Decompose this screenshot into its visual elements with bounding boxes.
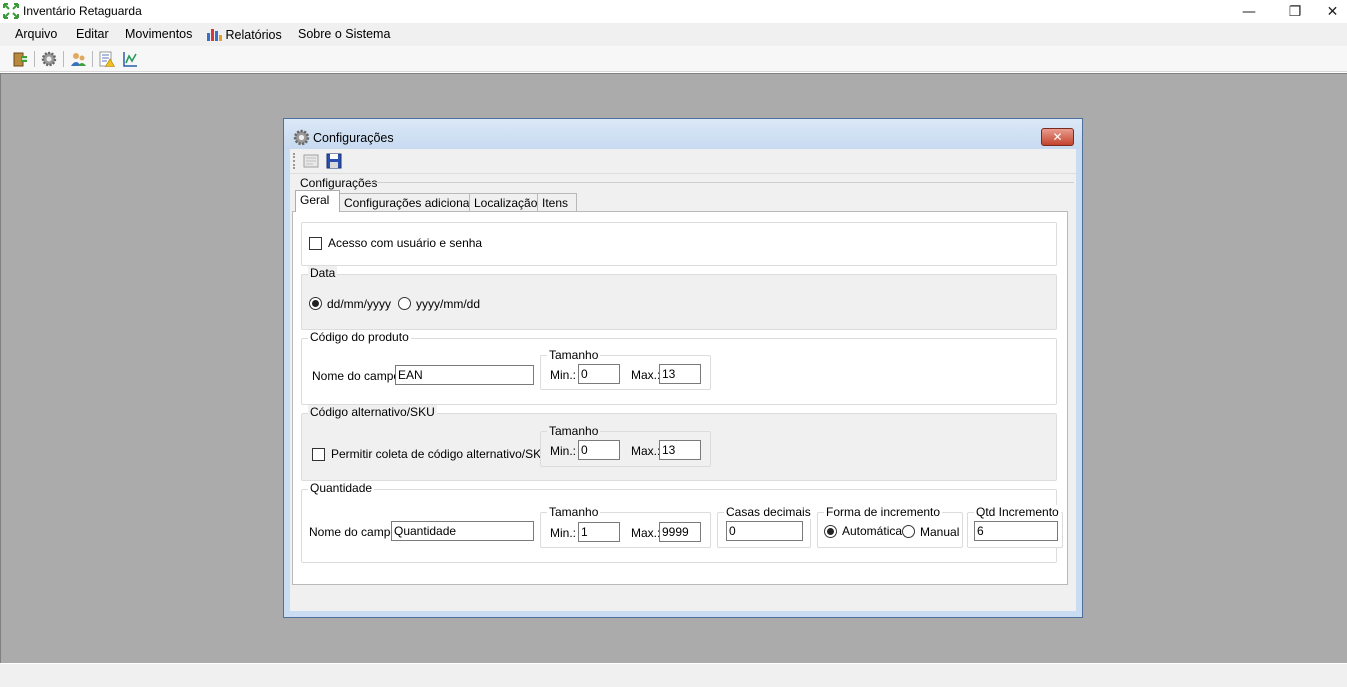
product-max-input[interactable]: 13: [659, 364, 701, 384]
dialog-toolbar: [290, 149, 1076, 174]
decimals-input[interactable]: 0: [726, 521, 803, 541]
increment-mode-group: Forma de incremento Automática Manual: [817, 505, 963, 548]
menu-sobre[interactable]: Sobre o Sistema: [298, 27, 390, 41]
close-button[interactable]: ✕: [1318, 0, 1347, 23]
increment-mode-legend: Forma de incremento: [824, 505, 943, 519]
date-group: Data dd/mm/yyyy yyyy/mm/dd: [301, 266, 1057, 330]
dialog-close-button[interactable]: ✕: [1041, 128, 1074, 146]
date-legend: Data: [308, 266, 338, 280]
save-icon[interactable]: [326, 153, 342, 169]
bar-chart-icon: [207, 29, 222, 41]
date-radio-ddmmyyyy[interactable]: [309, 297, 322, 310]
new-icon[interactable]: [303, 153, 319, 169]
menu-editar[interactable]: Editar: [76, 27, 109, 41]
increment-radio-automatica[interactable]: [824, 525, 837, 538]
min-label: Min.:: [550, 526, 577, 540]
product-code-legend: Código do produto: [308, 330, 411, 344]
menu-bar: Arquivo Editar Movimentos Relatórios Sob…: [0, 23, 1347, 46]
qty-increment-group: Qtd Incremento 6: [967, 505, 1063, 548]
min-label: Min.:: [550, 368, 577, 382]
access-checkbox[interactable]: [309, 237, 322, 250]
dialog-body: Configurações Geral Configurações adicio…: [290, 149, 1076, 611]
menu-relatorios-label: Relatórios: [225, 28, 282, 42]
max-label: Max.:: [631, 526, 661, 540]
product-field-name-input[interactable]: EAN: [395, 365, 534, 385]
menu-relatorios[interactable]: Relatórios: [206, 27, 282, 42]
quantity-field-name-label: Nome do campo:: [309, 525, 401, 539]
qty-increment-input[interactable]: 6: [974, 521, 1058, 541]
size-legend: Tamanho: [547, 505, 601, 519]
size-legend: Tamanho: [547, 424, 601, 438]
tab-localizacao[interactable]: Localização: [469, 193, 538, 212]
tab-geral[interactable]: Geral: [295, 190, 340, 212]
qty-increment-legend: Qtd Incremento: [974, 505, 1061, 519]
gear-icon: [293, 129, 310, 146]
product-field-name-label: Nome do campo:: [312, 369, 404, 383]
product-code-group: Código do produto Nome do campo: EAN Tam…: [301, 330, 1057, 405]
sku-group: Código alternativo/SKU Permitir coleta d…: [301, 405, 1057, 481]
toolbar-separator: [63, 51, 64, 67]
quantity-min-input[interactable]: 1: [578, 522, 620, 542]
dialog-title: Configurações: [313, 131, 394, 145]
gear-icon[interactable]: [41, 51, 57, 67]
restore-button[interactable]: ❐: [1272, 0, 1318, 23]
max-label: Max.:: [631, 444, 661, 458]
max-label: Max.:: [631, 368, 661, 382]
decimals-legend: Casas decimais: [724, 505, 813, 519]
app-title: Inventário Retaguarda: [23, 4, 142, 18]
sku-checkbox[interactable]: [312, 448, 325, 461]
tab-configuracoes-adicionais[interactable]: Configurações adicionais: [339, 193, 478, 212]
sku-checkbox-label: Permitir coleta de código alternativo/SK…: [331, 447, 550, 461]
config-dialog: Configurações ✕ Configurações Geral Conf…: [283, 118, 1083, 618]
product-min-input[interactable]: 0: [578, 364, 620, 384]
quantity-group: Quantidade Nome do campo: Quantidade Tam…: [301, 481, 1063, 563]
quantity-max-input[interactable]: 9999: [659, 522, 701, 542]
toolbar-grip: [293, 153, 295, 169]
sku-min-input[interactable]: 0: [578, 440, 620, 460]
status-bar: [0, 663, 1347, 687]
access-checkbox-label: Acesso com usuário e senha: [328, 236, 483, 250]
date-radio-yyyymmdd[interactable]: [398, 297, 411, 310]
exit-icon[interactable]: [12, 51, 28, 67]
access-group: Acesso com usuário e senha: [301, 222, 1057, 266]
size-legend: Tamanho: [547, 348, 601, 362]
quantity-legend: Quantidade: [308, 481, 375, 495]
section-divider: [366, 182, 1074, 183]
decimals-group: Casas decimais 0: [717, 505, 813, 548]
sku-size-group: Tamanho Min.: 0 Max.: 13: [540, 424, 711, 467]
dialog-titlebar: Configurações ✕: [284, 119, 1082, 149]
quantity-field-name-input[interactable]: Quantidade: [391, 521, 534, 541]
sku-max-input[interactable]: 13: [659, 440, 701, 460]
inventory-chart-icon[interactable]: [122, 51, 138, 67]
date-option-label: dd/mm/yyyy: [327, 297, 392, 311]
main-toolbar: [0, 46, 1347, 72]
quantity-size-group: Tamanho Min.: 1 Max.: 9999: [540, 505, 711, 548]
app-logo-icon: [3, 3, 19, 19]
date-option-label: yyyy/mm/dd: [416, 297, 481, 311]
toolbar-separator: [92, 51, 93, 67]
minimize-button[interactable]: —: [1226, 0, 1272, 23]
app-titlebar: Inventário Retaguarda — ❐ ✕: [0, 0, 1347, 23]
menu-movimentos[interactable]: Movimentos: [125, 27, 192, 41]
tab-itens[interactable]: Itens: [537, 193, 577, 212]
toolbar-separator: [34, 51, 35, 67]
product-size-group: Tamanho Min.: 0 Max.: 13: [540, 348, 711, 390]
config-section-label: Configurações: [300, 176, 378, 190]
tab-panel-geral: Acesso com usuário e senha Data dd/mm/yy…: [292, 211, 1068, 585]
sku-legend: Código alternativo/SKU: [308, 405, 437, 419]
menu-arquivo[interactable]: Arquivo: [15, 27, 57, 41]
report-warning-icon[interactable]: [99, 51, 115, 67]
increment-option-label: Manual: [920, 525, 960, 539]
min-label: Min.:: [550, 444, 577, 458]
increment-option-label: Automática: [842, 524, 903, 538]
increment-radio-manual[interactable]: [902, 525, 915, 538]
users-icon[interactable]: [70, 51, 86, 67]
